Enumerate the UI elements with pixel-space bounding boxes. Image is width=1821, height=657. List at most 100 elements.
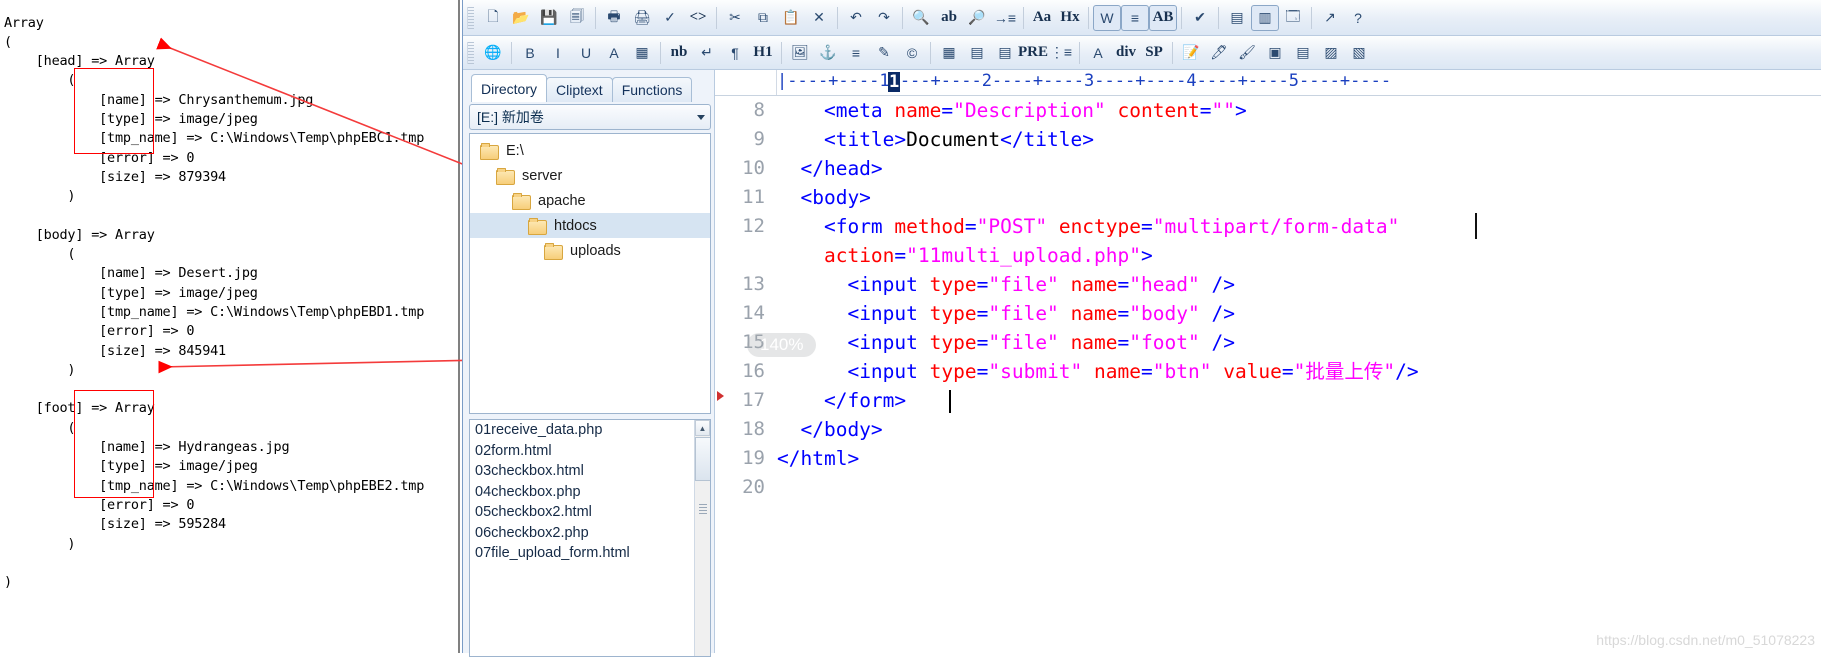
code-line[interactable]: 17 </form> bbox=[715, 386, 1821, 415]
toggle-output-icon[interactable]: ▤ bbox=[1223, 5, 1251, 31]
paragraph-icon[interactable]: ¶ bbox=[721, 40, 749, 66]
tree-item-htdocs[interactable]: htdocs bbox=[470, 213, 710, 238]
open-file-icon[interactable]: 📂 bbox=[507, 5, 535, 31]
table-cell-icon[interactable]: ▤ bbox=[991, 40, 1019, 66]
goto-line-icon[interactable]: →≡ bbox=[991, 5, 1019, 31]
code-scroll-region[interactable]: 8 <meta name="Description" content=""> 9 … bbox=[715, 96, 1821, 653]
file-list-item[interactable]: 04checkbox.php bbox=[470, 482, 710, 503]
undo-icon[interactable]: ↶ bbox=[842, 5, 870, 31]
tree-item-e[interactable]: E:\ bbox=[470, 138, 710, 163]
bold-icon[interactable]: B bbox=[516, 40, 544, 66]
file-list[interactable]: 01receive_data.php 02form.html 03checkbox.… bbox=[469, 419, 711, 657]
find-in-files-icon[interactable]: 🔎 bbox=[963, 5, 991, 31]
hex-view-icon[interactable]: Hx bbox=[1056, 5, 1084, 31]
list-icon[interactable]: ⋮≡ bbox=[1047, 40, 1075, 66]
context-help-icon[interactable]: ? bbox=[1344, 5, 1372, 31]
edit-note-icon[interactable]: ✎ bbox=[870, 40, 898, 66]
save-icon[interactable]: 💾 bbox=[535, 5, 563, 31]
code-line[interactable]: 13 <input type="file" name="head" /> bbox=[715, 270, 1821, 299]
line-numbers-icon[interactable]: ≡ bbox=[1121, 4, 1149, 31]
code-line[interactable]: 9 <title>Document</title> bbox=[715, 125, 1821, 154]
launch-browser-icon[interactable]: ↗ bbox=[1316, 5, 1344, 31]
preview-browser-icon[interactable]: 🗔 bbox=[1279, 5, 1307, 31]
tree-item-apache[interactable]: apache bbox=[470, 188, 710, 213]
code-editor[interactable]: |----+----1----+----2----+----3----+----… bbox=[715, 70, 1821, 653]
tree-item-server[interactable]: server bbox=[470, 163, 710, 188]
font-color-icon[interactable]: A bbox=[600, 40, 628, 66]
tree-item-uploads[interactable]: uploads bbox=[470, 238, 710, 263]
toggle-sidebar-icon[interactable]: ▥ bbox=[1251, 4, 1279, 31]
code-line[interactable]: 20 bbox=[715, 473, 1821, 502]
italic-icon[interactable]: I bbox=[544, 40, 572, 66]
pre-tag-icon[interactable]: PRE bbox=[1018, 40, 1048, 66]
nbsp-icon[interactable]: nb bbox=[665, 40, 693, 66]
file-list-item[interactable]: 02form.html bbox=[470, 441, 710, 462]
code-line[interactable]: 19 </html> bbox=[715, 444, 1821, 473]
user-tool-4-icon[interactable]: ▣ bbox=[1261, 40, 1289, 66]
tab-cliptext[interactable]: Cliptext bbox=[546, 77, 613, 102]
user-tool-2-icon[interactable]: 🖊 bbox=[1205, 40, 1233, 66]
code-line[interactable]: 8 <meta name="Description" content=""> bbox=[715, 96, 1821, 125]
toolbar-separator bbox=[1172, 41, 1173, 64]
print-preview-icon[interactable]: 🖶 bbox=[600, 5, 628, 31]
user-tool-7-icon[interactable]: ▧ bbox=[1345, 40, 1373, 66]
file-list-item[interactable]: 03checkbox.html bbox=[470, 461, 710, 482]
word-wrap-icon[interactable]: W bbox=[1093, 4, 1121, 31]
find-icon[interactable]: 🔍 bbox=[907, 5, 935, 31]
tab-functions[interactable]: Functions bbox=[611, 77, 693, 102]
copy-icon[interactable]: ⧉ bbox=[749, 5, 777, 31]
copyright-icon[interactable]: © bbox=[898, 40, 926, 66]
file-list-scrollbar[interactable]: ▲ bbox=[694, 420, 710, 656]
view-source-icon[interactable]: <> bbox=[684, 5, 712, 31]
user-tool-6-icon[interactable]: ▨ bbox=[1317, 40, 1345, 66]
code-line[interactable]: 12 <form method="POST" enctype="multipar… bbox=[715, 212, 1821, 241]
code-line[interactable]: 16 <input type="submit" name="btn" value… bbox=[715, 357, 1821, 386]
heading-icon[interactable]: H1 bbox=[749, 40, 777, 66]
file-list-item[interactable]: 07file_upload_form.html bbox=[470, 543, 710, 564]
code-line[interactable]: 11 <body> bbox=[715, 183, 1821, 212]
new-file-icon[interactable]: 🗋 bbox=[479, 5, 507, 31]
paste-icon[interactable]: 📋 bbox=[777, 5, 805, 31]
user-tool-5-icon[interactable]: ▤ bbox=[1289, 40, 1317, 66]
table-row-icon[interactable]: ▤ bbox=[963, 40, 991, 66]
spell-check-icon[interactable]: ✓ bbox=[656, 5, 684, 31]
code-line[interactable]: 18 </body> bbox=[715, 415, 1821, 444]
scroll-thumb[interactable] bbox=[695, 437, 710, 481]
user-tool-3-icon[interactable]: 🖌 bbox=[1233, 40, 1261, 66]
tab-directory[interactable]: Directory bbox=[471, 74, 548, 102]
cut-icon[interactable]: ✂ bbox=[721, 5, 749, 31]
auto-complete-icon[interactable]: AB bbox=[1149, 4, 1177, 31]
font-icon[interactable]: Aa bbox=[1028, 5, 1056, 31]
code-line[interactable]: 14 <input type="file" name="body" /> bbox=[715, 299, 1821, 328]
file-list-item[interactable]: 06checkbox2.php bbox=[470, 523, 710, 544]
line-number: 12 bbox=[742, 215, 765, 237]
code-line[interactable]: 10 </head> bbox=[715, 154, 1821, 183]
image-icon[interactable]: 🖼 bbox=[786, 40, 814, 66]
span-tag-icon[interactable]: SP bbox=[1140, 40, 1168, 66]
code-line[interactable]: action="11multi_upload.php"> bbox=[715, 241, 1821, 270]
directory-tree[interactable]: E:\ server apache htdocs uploads bbox=[469, 133, 711, 414]
validate-icon[interactable]: ✔ bbox=[1186, 5, 1214, 31]
delete-icon[interactable]: ✕ bbox=[805, 5, 833, 31]
file-list-item[interactable]: 01receive_data.php bbox=[470, 420, 710, 441]
file-list-item[interactable]: 05checkbox2.html bbox=[470, 502, 710, 523]
print-icon[interactable]: 🖨 bbox=[628, 5, 656, 31]
replace-icon[interactable]: ab bbox=[935, 5, 963, 31]
align-icon[interactable]: ≡ bbox=[842, 40, 870, 66]
anchor-icon[interactable]: ⚓ bbox=[814, 40, 842, 66]
redo-icon[interactable]: ↷ bbox=[870, 5, 898, 31]
save-all-icon[interactable]: 🗐 bbox=[563, 5, 591, 31]
underline-icon[interactable]: U bbox=[572, 40, 600, 66]
toolbar-grip-2[interactable] bbox=[467, 41, 474, 64]
user-tool-1-icon[interactable]: 📝 bbox=[1177, 40, 1205, 66]
drive-select[interactable]: [E:] 新加卷 bbox=[469, 104, 711, 130]
scroll-up-arrow[interactable]: ▲ bbox=[695, 420, 710, 436]
toolbar-grip[interactable] bbox=[467, 6, 474, 29]
palette-icon[interactable]: ▦ bbox=[628, 40, 656, 66]
div-tag-icon[interactable]: div bbox=[1112, 40, 1140, 66]
font-tag-icon[interactable]: A bbox=[1084, 40, 1112, 66]
browser-preview-icon[interactable]: 🌐 bbox=[479, 40, 507, 66]
code-line[interactable]: 15 <input type="file" name="foot" /> bbox=[715, 328, 1821, 357]
line-break-icon[interactable]: ↵ bbox=[693, 40, 721, 66]
table-icon[interactable]: ▦ bbox=[935, 40, 963, 66]
